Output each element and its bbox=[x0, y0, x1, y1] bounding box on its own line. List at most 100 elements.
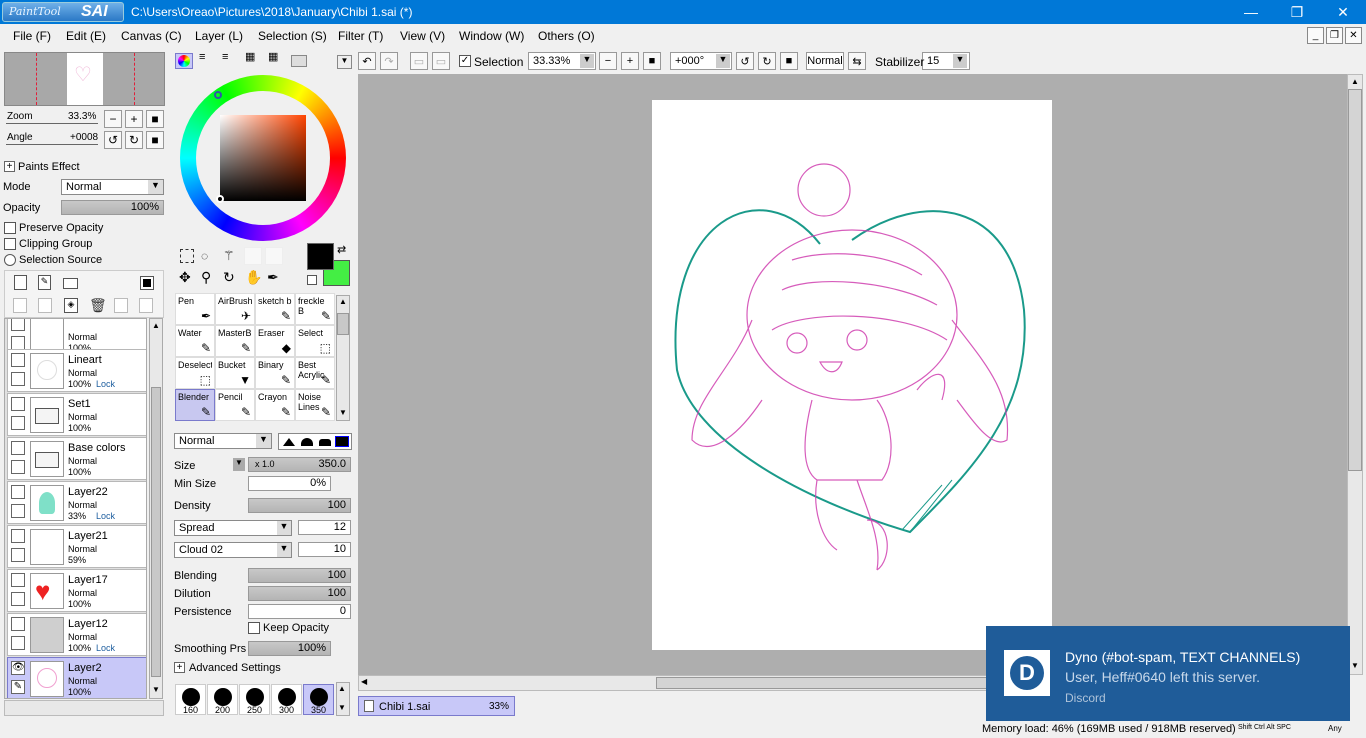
layer-visibility-toggle[interactable] bbox=[11, 397, 25, 411]
toolbar-rotate-reset-button[interactable]: ■ bbox=[780, 52, 798, 70]
brush-size-preset[interactable]: 250 bbox=[239, 684, 270, 715]
mdi-minimize-icon[interactable]: _ bbox=[1307, 27, 1324, 44]
swap-colors-icon[interactable]: ⇄ bbox=[337, 243, 349, 256]
zoom-dropdown-icon[interactable]: ▼ bbox=[580, 54, 594, 68]
merge-visible-icon[interactable] bbox=[114, 298, 128, 313]
size-slider[interactable]: x 1.0 350.0 bbox=[248, 457, 351, 472]
shape-square-icon[interactable] bbox=[335, 436, 349, 447]
deselect-button[interactable]: ▭ bbox=[410, 52, 428, 70]
tool-grid-scrollbar[interactable]: ▲ ▼ bbox=[336, 295, 350, 421]
density-slider[interactable]: 100 bbox=[248, 498, 351, 513]
brush-shape-selector[interactable] bbox=[278, 433, 352, 450]
layer-lock-toggle[interactable] bbox=[11, 504, 25, 518]
zoom-tool-icon[interactable]: ⚲ bbox=[201, 269, 217, 285]
layer-row[interactable]: 👁 ✎ Layer2 Normal 100% bbox=[7, 657, 146, 698]
layer-visibility-toggle[interactable] bbox=[11, 441, 25, 455]
tool-scroll-thumb[interactable] bbox=[337, 313, 349, 335]
texture-slider[interactable]: 10 bbox=[298, 542, 351, 557]
tool-best-acrylic[interactable]: Best Acrylic ✎ bbox=[295, 357, 335, 389]
tool-bucket[interactable]: Bucket ▼ bbox=[215, 357, 255, 389]
clipping-group-checkbox[interactable] bbox=[4, 238, 16, 250]
scratchpad-tab-icon[interactable] bbox=[291, 55, 307, 67]
new-layer-icon[interactable] bbox=[14, 275, 27, 290]
scroll-down-icon[interactable]: ▼ bbox=[151, 685, 161, 695]
brush-size-preset[interactable]: 300 bbox=[271, 684, 302, 715]
color-wheel-tab[interactable] bbox=[175, 53, 193, 69]
spread-slider[interactable]: 12 bbox=[298, 520, 351, 535]
layer-lock-toggle[interactable] bbox=[11, 460, 25, 474]
menu-canvas[interactable]: Canvas (C) bbox=[121, 29, 182, 43]
tool-masterb[interactable]: MasterB ✎ bbox=[215, 325, 255, 357]
transparent-color-icon[interactable] bbox=[307, 275, 317, 285]
layer-visibility-toggle[interactable]: 👁 bbox=[11, 661, 25, 675]
hue-marker[interactable] bbox=[214, 91, 222, 99]
paints-effect-expand-icon[interactable]: + bbox=[4, 161, 15, 172]
layer-row[interactable]: Layer21 Normal 59% bbox=[7, 525, 146, 568]
layer-lock-toggle[interactable] bbox=[11, 636, 25, 650]
eyedropper-icon[interactable]: ✒ bbox=[267, 269, 283, 285]
swatches-tab-icon[interactable]: ▦ bbox=[245, 52, 261, 67]
canvas-scroll-up-icon[interactable]: ▲ bbox=[1349, 77, 1361, 86]
rotate-tool-icon[interactable]: ↻ bbox=[223, 269, 239, 285]
sv-marker[interactable] bbox=[216, 195, 224, 203]
layer-opacity-slider[interactable]: 100% bbox=[61, 200, 164, 215]
layer-lock-toggle[interactable] bbox=[11, 372, 25, 386]
lasso-tool-icon[interactable]: ◌ bbox=[201, 249, 217, 263]
layer-visibility-toggle[interactable] bbox=[11, 529, 25, 543]
tool-noise-lines[interactable]: Noise Lines ✎ bbox=[295, 389, 335, 421]
spread-texture-select[interactable]: Spread bbox=[174, 520, 292, 536]
layer-row[interactable]: Layer22 Normal 33% Lock bbox=[7, 481, 146, 524]
view-mode-select[interactable]: Normal bbox=[806, 52, 844, 70]
layer-lock-toggle[interactable] bbox=[11, 592, 25, 606]
new-folder-icon[interactable] bbox=[63, 278, 78, 289]
brush-size-preset[interactable]: 160 bbox=[175, 684, 206, 715]
sv-square[interactable] bbox=[216, 115, 306, 203]
preserve-opacity-checkbox[interactable] bbox=[4, 222, 16, 234]
tool-blender[interactable]: Blender ✎ bbox=[175, 389, 215, 421]
tool-eraser[interactable]: Eraser ◆ bbox=[255, 325, 295, 357]
tool-select[interactable]: Select ⬚ bbox=[295, 325, 335, 357]
texture-dropdown-icon[interactable]: ▼ bbox=[277, 543, 291, 557]
layer-row[interactable]: Set1 Normal 100% bbox=[7, 393, 146, 436]
menu-layer[interactable]: Layer (L) bbox=[195, 29, 243, 43]
size-range-dropdown-icon[interactable]: ▼ bbox=[233, 458, 245, 471]
layer-lock-toggle[interactable] bbox=[11, 416, 25, 430]
zoom-in-button[interactable]: + bbox=[125, 110, 143, 128]
tool-freckle-b[interactable]: freckle B ✎ bbox=[295, 293, 335, 325]
advanced-settings-expand-icon[interactable]: + bbox=[174, 662, 185, 673]
layer-mask-icon[interactable] bbox=[140, 276, 154, 290]
tool-scroll-up-icon[interactable]: ▲ bbox=[338, 297, 348, 307]
shape-round-icon[interactable] bbox=[301, 438, 313, 446]
menu-others[interactable]: Others (O) bbox=[538, 29, 595, 43]
invert-selection-button[interactable]: ▭ bbox=[432, 52, 450, 70]
scroll-up-icon[interactable]: ▲ bbox=[151, 321, 161, 331]
minimize-button[interactable]: — bbox=[1228, 0, 1274, 24]
mdi-restore-icon[interactable]: ❐ bbox=[1326, 27, 1343, 44]
marquee-tool-icon[interactable] bbox=[180, 249, 194, 263]
hand-tool-icon[interactable]: ✋ bbox=[245, 269, 262, 285]
mixer-tab-icon[interactable]: ▦ bbox=[268, 52, 284, 67]
tool-deselect[interactable]: Deselect ⬚ bbox=[175, 357, 215, 389]
maximize-button[interactable]: ❐ bbox=[1274, 0, 1320, 24]
layer-row[interactable]: Base colors Normal 100% bbox=[7, 437, 146, 480]
panel-options-dropdown-icon[interactable]: ▼ bbox=[337, 55, 352, 69]
layer-list-hscrollbar[interactable] bbox=[4, 700, 164, 716]
angle-dropdown-icon[interactable]: ▼ bbox=[716, 54, 730, 68]
navigator-preview[interactable]: ♡ bbox=[4, 52, 165, 106]
rotate-right-button[interactable]: ↻ bbox=[125, 131, 143, 149]
primary-color-swatch[interactable] bbox=[307, 243, 334, 270]
zoom-slider[interactable] bbox=[6, 123, 98, 124]
hsv-sliders-tab-icon[interactable]: ≡ bbox=[222, 52, 238, 67]
angle-slider[interactable] bbox=[6, 144, 98, 145]
tool-water[interactable]: Water ✎ bbox=[175, 325, 215, 357]
tool-sketch-b[interactable]: sketch b ✎ bbox=[255, 293, 295, 325]
layer-row[interactable]: Layer12 Normal 100% Lock bbox=[7, 613, 146, 656]
rotate-reset-button[interactable]: ■ bbox=[146, 131, 164, 149]
canvas-scroll-left-icon[interactable]: ◀ bbox=[361, 677, 367, 686]
undo-button[interactable]: ↶ bbox=[358, 52, 376, 70]
tool-crayon[interactable]: Crayon ✎ bbox=[255, 389, 295, 421]
layer-list-scrollbar[interactable]: ▲ ▼ bbox=[149, 318, 163, 699]
layer-lock-toggle[interactable] bbox=[11, 548, 25, 562]
layer-list[interactable]: Normal 100% Lineart Normal 100% Lock Set1 Norma… bbox=[4, 318, 147, 699]
brush-texture-select[interactable]: Cloud 02 bbox=[174, 542, 292, 558]
